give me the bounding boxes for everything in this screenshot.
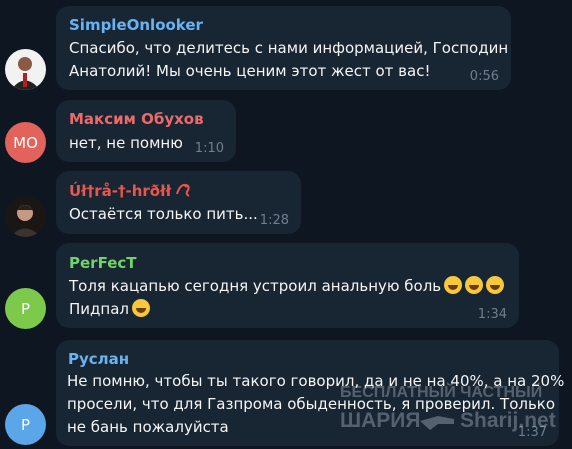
message-text-line: Остаётся только пить...	[69, 205, 258, 223]
message-author[interactable]: Руслан	[68, 350, 129, 368]
message-time: 0:56	[469, 69, 499, 84]
message-time: 1:34	[477, 307, 507, 322]
avatar-initials: P	[20, 299, 31, 318]
grinning-sweat-emoji-icon	[486, 276, 505, 294]
message-author[interactable]: Максим Обухов	[69, 110, 204, 128]
message-bubble[interactable]: SimpleOnlooker Спасибо, что делитесь с н…	[56, 6, 511, 90]
user-photo-icon	[5, 196, 46, 237]
avatar[interactable]: МО	[5, 122, 46, 163]
avatar[interactable]: P	[5, 288, 46, 329]
message-text-line: Анатолий! Мы очень ценим этот жест от ва…	[69, 62, 431, 80]
message-author[interactable]: Úł†rå-†-hrðłł	[69, 182, 171, 200]
message-bubble[interactable]: Максим Обухов нет, не помню 1:10	[56, 100, 236, 162]
message-bubble[interactable]: Úł†rå-†-hrðłł Остаётся только пить... 1:…	[56, 171, 301, 234]
grinning-sweat-emoji-icon	[444, 276, 463, 294]
message-author[interactable]: PerFecT	[69, 254, 137, 272]
message-text-line: Толя кацапью сегодня устроил анальную бо…	[69, 275, 505, 299]
grinning-sweat-emoji-icon	[132, 299, 150, 317]
avatar[interactable]: P	[5, 404, 46, 445]
message-author[interactable]: SimpleOnlooker	[69, 16, 203, 34]
message-time: 1:28	[259, 213, 289, 228]
message-text-content: Толя кацапью сегодня устроил анальную бо…	[69, 277, 442, 295]
message-text-line: нет, не помню	[69, 134, 183, 152]
message-text-content: Пидпал	[69, 300, 129, 318]
pointing-hand-icon	[418, 410, 458, 436]
watermark-site: Sharij.net	[460, 409, 556, 432]
user-photo-icon	[5, 49, 46, 90]
message-text-line: Пидпал	[69, 298, 150, 322]
message-bubble[interactable]: PerFecT Толя кацапью сегодня устроил ана…	[56, 243, 519, 328]
avatar-initials: МО	[13, 133, 38, 152]
message-time: 1:10	[194, 141, 224, 156]
grinning-sweat-emoji-icon	[465, 276, 484, 294]
avatar[interactable]	[5, 196, 46, 237]
avatar-initials: P	[20, 415, 31, 434]
message-text-line: Спасибо, что делитесь с нами информацией…	[69, 39, 509, 57]
dragon-emoji-icon	[174, 180, 192, 198]
watermark-left: ШАРИЯ	[340, 409, 421, 432]
watermark-top: БЕСПЛАТНЫЙ ЧАСТНЫЙ	[340, 384, 543, 401]
avatar[interactable]	[5, 49, 46, 90]
message-text-line: не бань пожалуйста	[67, 418, 229, 436]
